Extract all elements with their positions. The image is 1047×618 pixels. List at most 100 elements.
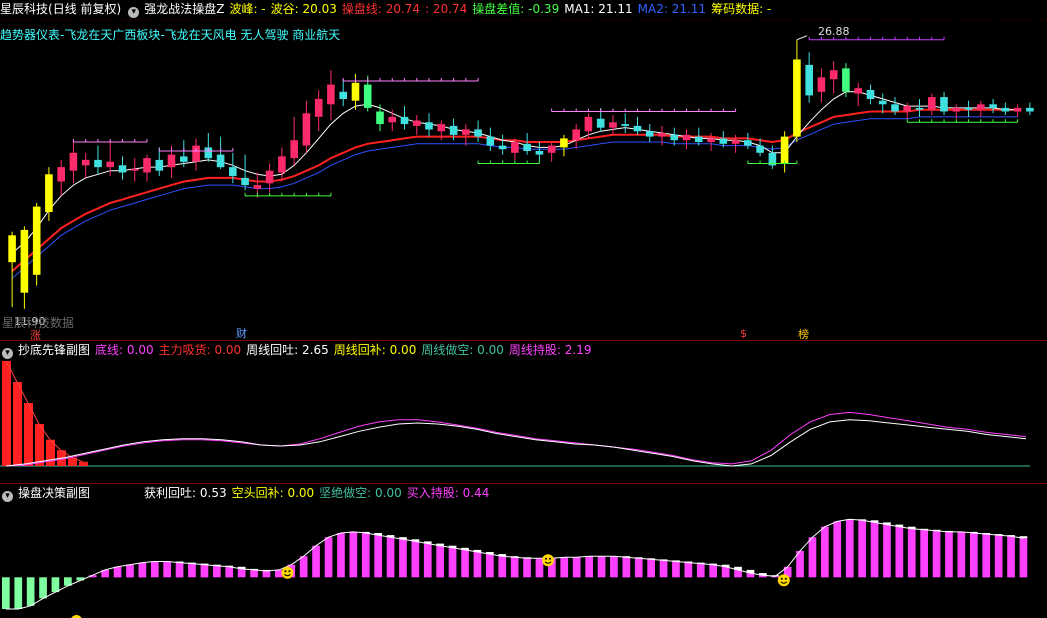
candle-body: [229, 167, 237, 177]
smiley-eye: [780, 577, 783, 580]
magenta-bar: [523, 558, 531, 578]
magenta-bar: [920, 529, 928, 578]
sub2-chart-pane[interactable]: ▾ 操盘决策副图 获利回吐: 0.53 空头回补: 0.00 坚绝做空: 0.00 买入持…: [0, 484, 1047, 618]
magenta-bar: [213, 565, 221, 578]
candle-body: [940, 97, 948, 112]
magenta-bar: [312, 545, 320, 578]
green-bar: [2, 577, 10, 609]
sub1-item: 主力吸货: 0.00: [158, 343, 242, 357]
magenta-bar: [821, 526, 829, 578]
candle-body: [805, 64, 813, 96]
candle-body: [376, 111, 384, 125]
candle-body: [756, 145, 764, 153]
red-bar: [13, 382, 22, 466]
candle-body: [278, 156, 286, 173]
candle-body: [413, 120, 421, 126]
main-item: 操盘线: 20.74: [341, 2, 421, 16]
sub2-name[interactable]: 操盘决策副图: [18, 486, 90, 500]
candle-body: [903, 106, 911, 112]
sub2-indicator-chart[interactable]: [0, 484, 1047, 618]
magenta-bar: [994, 535, 1003, 578]
chevron-down-icon[interactable]: ▾: [128, 7, 140, 18]
red-bar: [79, 461, 88, 466]
magenta-bar: [647, 559, 655, 578]
magenta-bar: [200, 564, 209, 578]
magenta-bar: [684, 562, 693, 578]
candle-body: [155, 159, 164, 171]
sub1-name[interactable]: 抄底先锋副图: [18, 343, 90, 357]
sub2-item: 获利回吐: 0.53: [144, 486, 227, 500]
magenta-bar: [225, 566, 234, 578]
sub1-item: 周线回补: 0.00: [333, 343, 417, 357]
sub2-header: ▾ 操盘决策副图 获利回吐: 0.53 空头回补: 0.00 坚绝做空: 0.00 买入持…: [0, 484, 499, 502]
sub1-indicator-chart[interactable]: [0, 341, 1047, 483]
magenta-bar: [883, 524, 891, 578]
main-item: MA2: 21.11: [637, 2, 707, 16]
magenta-bar: [411, 541, 420, 578]
chevron-down-icon[interactable]: ▾: [2, 491, 13, 502]
candle-body: [57, 167, 65, 182]
sub2-item: 坚绝做空: 0.00: [319, 486, 402, 500]
candle-body: [94, 159, 102, 168]
candle-body: [842, 68, 850, 92]
magenta-bar: [250, 569, 258, 578]
sub1-item: 周线做空: 0.00: [421, 343, 504, 357]
indicator-name[interactable]: 强龙战法操盘Z: [144, 2, 224, 16]
magenta-bar: [907, 528, 916, 578]
main-indicator-values: 波峰: - 波谷: 20.03 操盘线: 20.74: 20.74 操盘差值: -0.…: [229, 2, 776, 16]
candle-body: [535, 151, 544, 155]
candlestick-chart[interactable]: [0, 0, 1047, 340]
sub1-chart-pane[interactable]: ▾ 抄底先锋副图 底线: 0.00 主力吸货: 0.00 周线回吐: 2.65 周线回补:…: [0, 341, 1047, 483]
candle-body: [462, 129, 470, 135]
candle-body: [216, 154, 225, 168]
candle-body: [363, 84, 372, 108]
magenta-bar: [361, 533, 370, 578]
candle-body: [854, 88, 862, 94]
magenta-bar: [262, 571, 271, 578]
candle-body: [253, 185, 262, 189]
magenta-bar: [572, 557, 581, 578]
magenta-bar: [324, 537, 333, 578]
green-bar: [51, 577, 60, 593]
magenta-bar: [721, 566, 730, 578]
magenta-bar: [672, 561, 680, 578]
candle-body: [302, 113, 311, 146]
sub1-item: 周线持股: 2.19: [508, 343, 592, 357]
magenta-bar: [970, 533, 978, 578]
main-header: 星辰科技(日线 前复权) ▾ 强龙战法操盘Z 波峰: - 波谷: 20.03 操盘线: 2…: [0, 0, 781, 18]
magenta-bar: [610, 556, 618, 578]
magenta-bar: [659, 560, 668, 578]
magenta-bar: [808, 537, 817, 578]
candle-body: [707, 138, 715, 142]
high-price-label: 26.88: [818, 25, 850, 38]
magenta-bar: [436, 545, 444, 578]
candle-body: [793, 59, 801, 137]
chevron-down-icon[interactable]: ▾: [2, 348, 13, 359]
main-chart-pane[interactable]: 星辰科技(日线 前复权) ▾ 强龙战法操盘Z 波峰: - 波谷: 20.03 操盘线: 2…: [0, 0, 1047, 340]
ma-white-line: [11, 91, 1018, 254]
magenta-bar: [870, 522, 879, 578]
magenta-bar: [461, 549, 469, 578]
green-bar: [14, 577, 23, 609]
candle-body: [744, 140, 752, 146]
marker-cai: 财: [236, 327, 247, 340]
candle-body: [45, 174, 53, 212]
candle-body: [952, 107, 961, 112]
magenta-bar: [634, 558, 643, 578]
candle-body: [81, 159, 90, 166]
candle-body: [866, 90, 875, 99]
candle-body: [572, 129, 580, 141]
main-item: 波峰: -: [229, 2, 266, 16]
candle-body: [351, 82, 360, 101]
magenta-bar: [1019, 538, 1028, 578]
candle-body: [584, 116, 593, 132]
ma-red-line: [11, 108, 1018, 272]
candle-body: [327, 84, 335, 105]
magenta-bar: [696, 563, 705, 578]
red-bar: [35, 424, 44, 466]
magenta-bar: [448, 547, 457, 578]
smiley-icon: [777, 574, 790, 587]
candle-body: [314, 98, 323, 117]
smiley-eye: [284, 570, 287, 573]
smiley-eye: [545, 557, 548, 560]
